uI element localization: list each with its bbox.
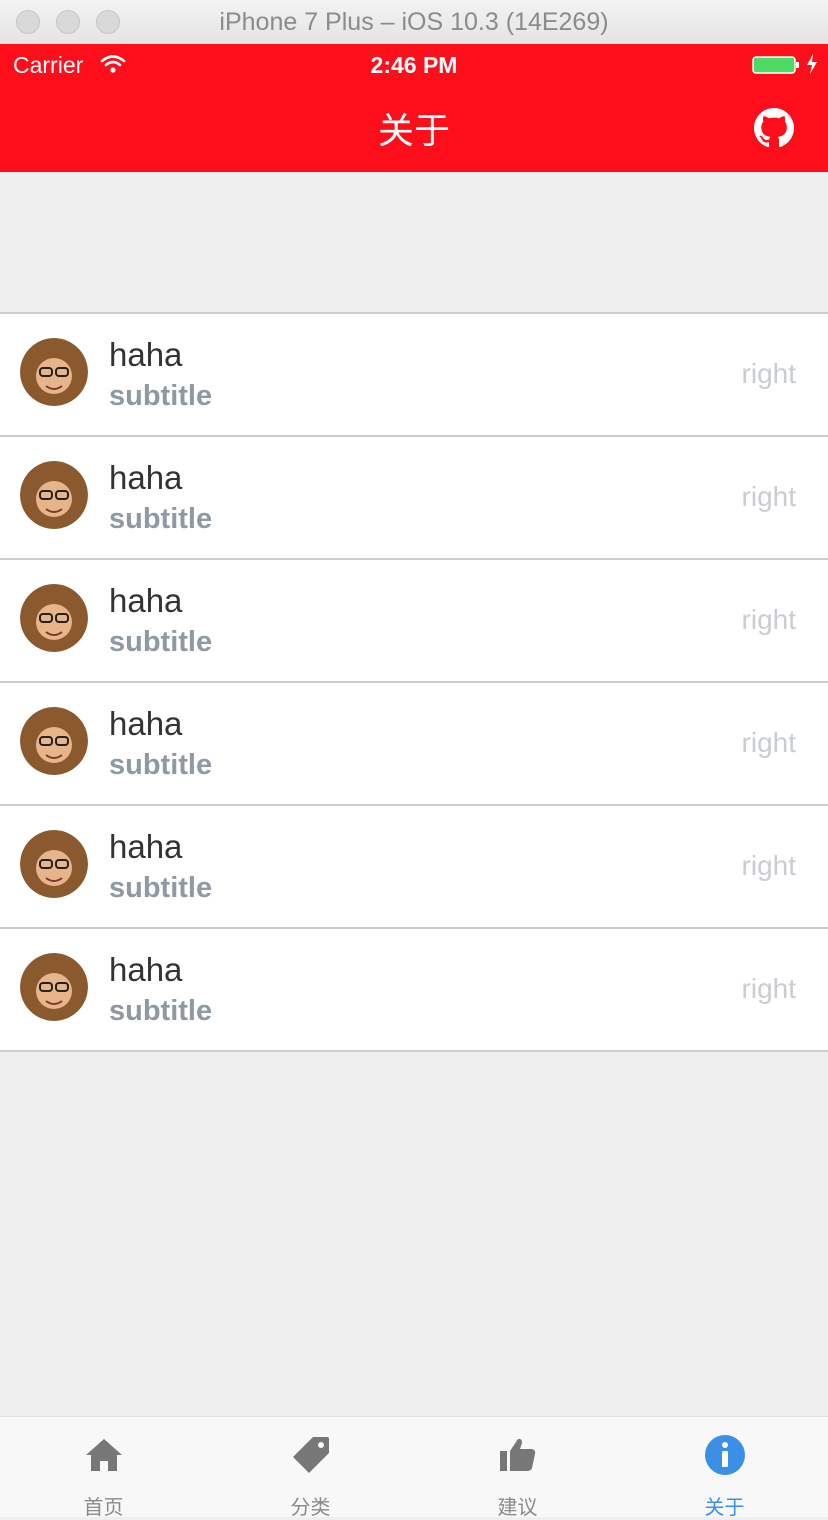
list-item-right-detail: right [741,850,796,881]
list-item-right-detail: right [741,358,796,389]
simulator-titlebar: iPhone 7 Plus – iOS 10.3 (14E269) [0,0,828,45]
tab-bar: 首页 分类 建议 关于 [0,1416,828,1519]
list-item-subtitle: subtitle [109,995,213,1027]
list-item-title: haha [109,705,183,742]
status-time: 2:46 PM [370,52,458,78]
list-item[interactable]: haha subtitle right [0,314,828,437]
github-icon[interactable] [754,108,794,148]
avatar [20,707,88,775]
list-item[interactable]: haha subtitle right [0,560,828,683]
tag-icon [292,1437,329,1473]
list-item-subtitle: subtitle [109,380,213,412]
avatar [20,338,88,406]
list-item-subtitle: subtitle [109,749,213,781]
tab-about[interactable]: 关于 [621,1417,828,1519]
list-item-title: haha [109,828,183,865]
list-item-title: haha [109,582,183,619]
avatar [20,953,88,1021]
tab-suggestion[interactable]: 建议 [414,1417,621,1519]
list-item-title: haha [109,951,183,988]
avatar [20,830,88,898]
list-item-right-detail: right [741,604,796,635]
list-item-title: haha [109,336,183,373]
charging-bolt-icon [807,54,817,74]
avatar [20,584,88,652]
home-icon [85,1439,122,1471]
list-item-title: haha [109,459,183,496]
tab-home[interactable]: 首页 [0,1417,207,1519]
info-icon [704,1435,745,1475]
list-item-subtitle: subtitle [109,503,213,535]
battery-icon [752,56,799,74]
list-item-right-detail: right [741,727,796,758]
simulator-title: iPhone 7 Plus – iOS 10.3 (14E269) [219,8,609,36]
list-item[interactable]: haha subtitle right [0,683,828,806]
list-item-right-detail: right [741,481,796,512]
list-item-subtitle: subtitle [109,626,213,658]
list-item[interactable]: haha subtitle right [0,437,828,560]
nav-header: Carrier 2:46 PM 关于 [0,44,828,172]
page-title: 关于 [377,110,450,151]
thumbs-up-icon [499,1438,535,1471]
tab-category[interactable]: 分类 [207,1417,414,1519]
about-list: haha subtitle right haha subtitle right … [0,312,828,1052]
avatar [20,461,88,529]
list-item[interactable]: haha subtitle right [0,806,828,929]
list-item-right-detail: right [741,973,796,1004]
list-item-subtitle: subtitle [109,872,213,904]
list-item[interactable]: haha subtitle right [0,929,828,1052]
